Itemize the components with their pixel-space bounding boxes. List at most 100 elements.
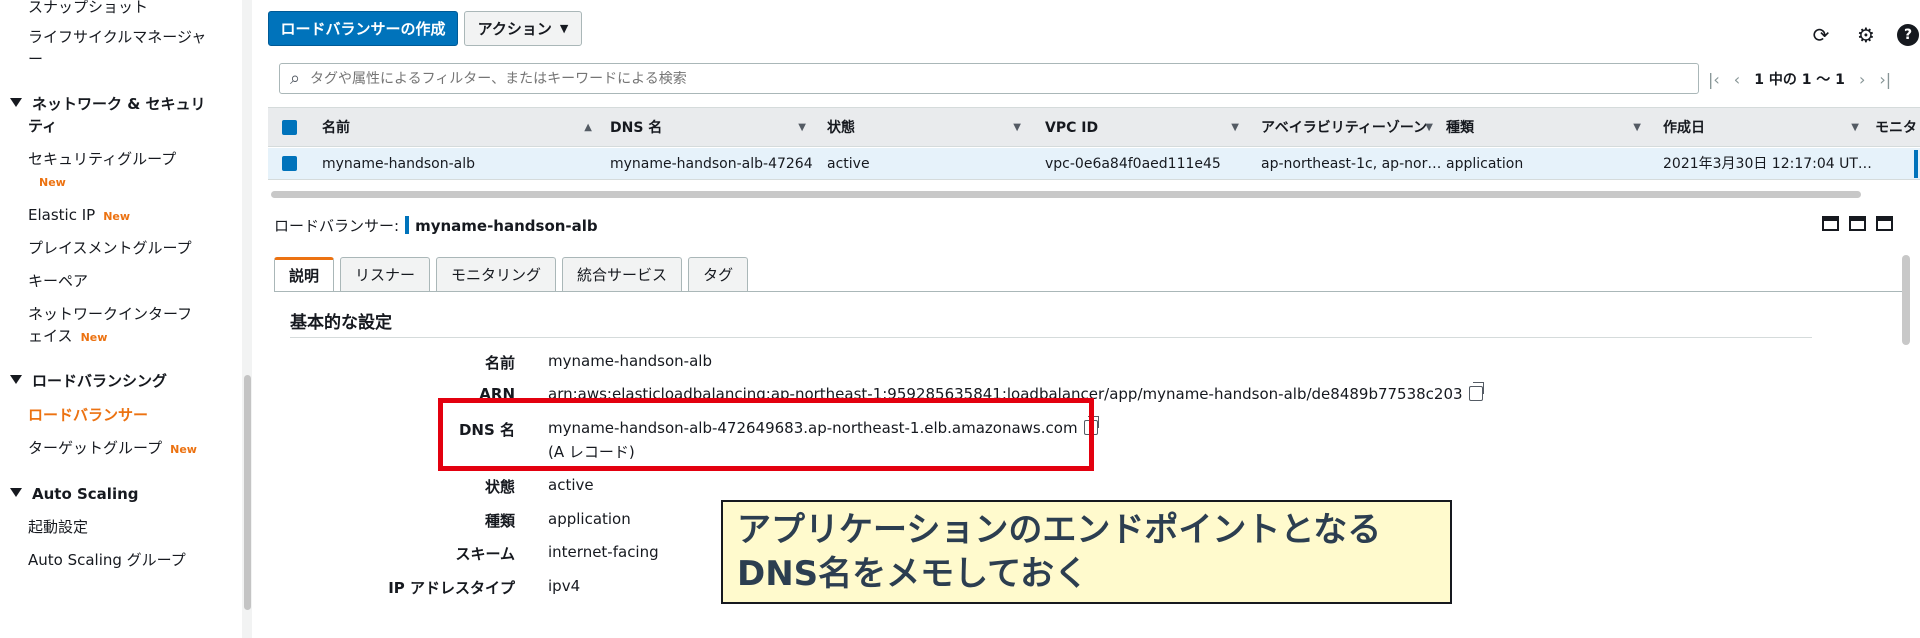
collapse-triangle-icon xyxy=(10,98,22,107)
column-header-name[interactable]: 名前 ▲ xyxy=(322,108,598,148)
tab-listeners[interactable]: リスナー xyxy=(340,257,431,291)
sidebar-item-target-groups[interactable]: ターゲットグループ New xyxy=(28,437,197,461)
collapse-triangle-icon xyxy=(10,375,22,384)
sort-icon: ▼ xyxy=(1013,122,1021,133)
sort-icon: ▼ xyxy=(798,122,806,133)
last-page-icon[interactable]: ›| xyxy=(1879,70,1891,89)
search-icon: ⌕ xyxy=(289,68,301,89)
cell-type: application xyxy=(1446,156,1524,172)
cell-dns-name: myname-handson-alb-47264… xyxy=(610,156,814,172)
field-value-name: myname-handson-alb xyxy=(548,352,712,370)
sidebar-section-load-balancing[interactable]: ロードバランシング xyxy=(10,370,167,392)
page-count-text: 1 中の 1 〜 1 xyxy=(1754,72,1845,88)
search-input[interactable] xyxy=(310,70,1690,87)
sort-icon: ▼ xyxy=(1851,122,1859,133)
new-badge: New xyxy=(170,443,197,456)
detail-title-name: myname-handson-alb xyxy=(415,217,598,235)
column-header-vpc-id[interactable]: VPC ID ▼ xyxy=(1045,108,1245,148)
sort-icon: ▼ xyxy=(1633,122,1641,133)
sort-ascending-icon: ▲ xyxy=(584,122,592,133)
layout-split-icon[interactable] xyxy=(1849,216,1866,231)
cell-state: active xyxy=(827,156,870,172)
copy-icon[interactable] xyxy=(1468,382,1484,401)
cell-vpc-id: vpc-0e6a84f0aed111e45 xyxy=(1045,156,1221,172)
layout-bottom-icon[interactable] xyxy=(1822,216,1839,231)
new-badge: New xyxy=(103,210,131,223)
search-bar[interactable]: ⌕ xyxy=(279,63,1699,94)
sidebar-section-network-cont: ティ xyxy=(28,117,58,135)
sort-icon: ▼ xyxy=(1231,122,1239,133)
sidebar-item-launch-configurations[interactable]: 起動設定 xyxy=(28,516,88,538)
column-header-dns-name[interactable]: DNS 名 ▼ xyxy=(610,108,812,148)
cell-created: 2021年3月30日 12:17:04 UT… xyxy=(1663,156,1872,172)
annotation-callout: アプリケーションのエンドポイントとなる DNS名をメモしておく xyxy=(721,500,1452,604)
field-value-ip-address-type: ipv4 xyxy=(548,577,581,595)
sidebar-item-load-balancers[interactable]: ロードバランサー xyxy=(28,404,148,426)
sidebar-item-auto-scaling-groups[interactable]: Auto Scaling グループ xyxy=(28,549,186,571)
pagination: |‹ ‹ 1 中の 1 〜 1 › ›| xyxy=(1708,66,1891,92)
column-header-type[interactable]: 種類 ▼ xyxy=(1446,108,1647,148)
sidebar-item-key-pairs[interactable]: キーペア xyxy=(28,270,88,292)
sidebar-item-lifecycle-manager[interactable]: ライフサイクルマネージャ xyxy=(28,26,206,48)
sidebar-item-lifecycle-manager-cont[interactable]: ー xyxy=(28,48,43,70)
help-icon[interactable]: ? xyxy=(1897,24,1919,46)
section-title-basic-settings: 基本的な設定 xyxy=(290,313,392,333)
column-header-availability-zone[interactable]: アベイラビリティーゾーン ▼ xyxy=(1261,108,1439,148)
table-header: 名前 ▲ DNS 名 ▼ 状態 ▼ VPC ID ▼ アベイラビリティーゾーン ▼ 種類 ▼… xyxy=(268,107,1920,147)
sidebar-section-auto-scaling[interactable]: Auto Scaling xyxy=(10,483,139,505)
create-load-balancer-button[interactable]: ロードバランサーの作成 xyxy=(268,11,458,46)
sort-icon: ▼ xyxy=(1425,122,1433,133)
collapse-triangle-icon xyxy=(10,488,22,497)
row-checkbox[interactable] xyxy=(282,156,297,171)
table-horizontal-scrollbar[interactable] xyxy=(271,191,1861,198)
field-label-type: 種類 xyxy=(484,512,515,530)
cell-availability-zone: ap-northeast-1c, ap-nor… xyxy=(1261,156,1441,172)
layout-top-icon[interactable] xyxy=(1876,216,1893,231)
field-value-scheme: internet-facing xyxy=(548,543,659,561)
detail-vertical-scrollbar[interactable] xyxy=(1902,255,1910,345)
new-badge: New xyxy=(39,176,66,189)
sidebar-item-network-interfaces-cont[interactable]: ェイス New xyxy=(28,325,107,349)
sidebar-item-security-groups[interactable]: セキュリティグループ xyxy=(28,148,176,170)
panel-layout-controls xyxy=(1822,216,1893,231)
field-value-type: application xyxy=(548,510,631,528)
sidebar-scrollbar-thumb[interactable] xyxy=(244,375,251,610)
column-header-state[interactable]: 状態 ▼ xyxy=(827,108,1027,148)
sidebar-item-placement-groups[interactable]: プレイスメントグループ xyxy=(28,237,192,259)
select-all-checkbox[interactable] xyxy=(282,120,297,135)
field-label-ip-address-type: IP アドレスタイプ xyxy=(388,579,515,597)
field-value-state: active xyxy=(548,476,594,494)
tab-tags[interactable]: タグ xyxy=(688,257,749,291)
first-page-icon[interactable]: |‹ xyxy=(1708,70,1720,89)
sidebar: スナップショット ライフサイクルマネージャ ー ネットワーク & セキュリ ティ… xyxy=(0,0,252,638)
section-divider xyxy=(290,337,1812,338)
detail-tabs: 説明 リスナー モニタリング 統合サービス タグ xyxy=(274,257,749,291)
new-badge: New xyxy=(80,331,108,344)
callout-line-1: アプリケーションのエンドポイントとなる xyxy=(737,510,1382,550)
tab-integrated-services[interactable]: 統合サービス xyxy=(562,257,683,291)
field-label-name: 名前 xyxy=(484,354,515,372)
sidebar-section-network[interactable]: ネットワーク & セキュリ xyxy=(10,93,206,115)
field-label-state: 状態 xyxy=(484,478,515,496)
column-header-created[interactable]: 作成日 ▼ xyxy=(1663,108,1865,148)
field-label-scheme: スキーム xyxy=(455,545,515,563)
sidebar-item-elastic-ip[interactable]: Elastic IP New xyxy=(28,204,130,228)
tab-description[interactable]: 説明 xyxy=(274,257,335,291)
column-header-monitoring[interactable]: モニタ xyxy=(1875,108,1920,148)
tab-monitoring[interactable]: モニタリング xyxy=(436,257,557,291)
cell-name: myname-handson-alb xyxy=(322,156,476,172)
detail-title: ロードバランサー: myname-handson-alb xyxy=(274,216,598,235)
table-row[interactable]: myname-handson-alb myname-handson-alb-47… xyxy=(268,148,1920,180)
actions-dropdown-button[interactable]: アクション ▼ xyxy=(464,11,582,46)
gear-icon[interactable]: ⚙ xyxy=(1855,23,1877,47)
chevron-down-icon: ▼ xyxy=(559,22,569,35)
callout-line-2: DNS名をメモしておく xyxy=(737,554,1089,594)
next-page-icon[interactable]: › xyxy=(1859,70,1865,89)
tabs-divider xyxy=(274,291,1902,292)
sidebar-item-snapshots[interactable]: スナップショット xyxy=(28,0,148,18)
title-accent-bar xyxy=(405,216,410,234)
refresh-icon[interactable]: ⟳ xyxy=(1810,23,1832,47)
dns-highlight-box xyxy=(438,398,1094,471)
sidebar-item-network-interfaces[interactable]: ネットワークインターフ xyxy=(28,303,192,325)
prev-page-icon[interactable]: ‹ xyxy=(1734,70,1740,89)
